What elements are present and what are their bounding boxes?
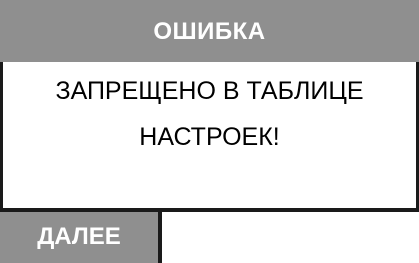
error-message-line-2: НАСТРОЕК! — [139, 123, 280, 151]
dialog-title: ОШИБКА — [0, 0, 419, 62]
error-dialog: ОШИБКА ЗАПРЕЩЕНО В ТАБЛИЦЕ НАСТРОЕК! ДАЛ… — [0, 0, 419, 263]
error-message-line-1: ЗАПРЕЩЕНО В ТАБЛИЦЕ — [55, 77, 364, 105]
dialog-body: ЗАПРЕЩЕНО В ТАБЛИЦЕ НАСТРОЕК! — [0, 62, 419, 212]
next-button[interactable]: ДАЛЕЕ — [0, 208, 162, 263]
